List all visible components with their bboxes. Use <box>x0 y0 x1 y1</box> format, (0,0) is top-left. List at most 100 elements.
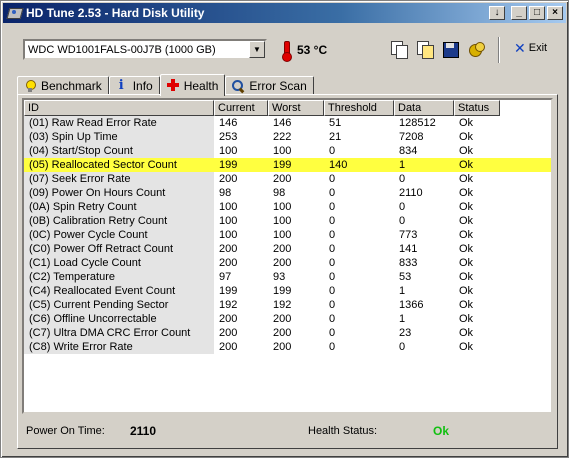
health-status-value: Ok <box>433 424 450 438</box>
copy-text-icon[interactable] <box>389 40 408 59</box>
table-cell: 0 <box>399 341 406 353</box>
health-cross-icon <box>166 79 179 92</box>
table-cell: 1 <box>399 313 406 325</box>
temperature-value: 53 °C <box>297 43 328 57</box>
table-row[interactable]: (03) Spin Up Time 253 222 21 7208 Ok <box>24 130 551 144</box>
drive-select[interactable]: WDC WD1001FALS-00J7B (1000 GB) ▼ <box>23 39 267 60</box>
table-row[interactable]: (0A) Spin Retry Count 100 100 0 0 Ok <box>24 200 551 214</box>
table-cell: Ok <box>459 285 474 297</box>
table-cell: 7208 <box>399 131 424 143</box>
table-row[interactable]: (04) Start/Stop Count 100 100 0 834 Ok <box>24 144 551 158</box>
table-cell: 200 <box>219 327 238 339</box>
table-row[interactable]: (01) Raw Read Error Rate 146 146 51 128512 Ok <box>24 116 551 130</box>
table-cell: 23 <box>399 327 412 339</box>
column-header-data[interactable]: Data <box>394 100 454 116</box>
close-button[interactable]: × <box>547 6 563 20</box>
table-cell: 141 <box>399 243 418 255</box>
table-row[interactable]: (09) Power On Hours Count 98 98 0 2110 Ok <box>24 186 551 200</box>
table-cell: 21 <box>329 131 342 143</box>
chevron-down-icon[interactable]: ▼ <box>249 41 265 58</box>
magnifier-icon <box>232 79 244 93</box>
table-cell: Ok <box>459 117 474 129</box>
list-body: (01) Raw Read Error Rate 146 146 51 128512 Ok… <box>24 116 551 354</box>
toolbar: WDC WD1001FALS-00J7B (1000 GB) ▼ 53 °C ✕… <box>9 31 562 71</box>
table-row[interactable]: (C8) Write Error Rate 200 200 0 0 Ok <box>24 340 551 354</box>
tab-benchmark[interactable]: Benchmark <box>17 76 109 95</box>
temperature-display: 53 °C <box>281 41 328 62</box>
table-cell: 0 <box>399 201 406 213</box>
column-header-current[interactable]: Current <box>214 100 268 116</box>
maximize-button[interactable]: □ <box>529 6 545 20</box>
power-on-value: 2110 <box>130 424 157 438</box>
column-header-threshold[interactable]: Threshold <box>324 100 394 116</box>
drive-select-value: WDC WD1001FALS-00J7B (1000 GB) <box>28 43 216 56</box>
table-row[interactable]: (C4) Reallocated Event Count 199 199 0 1 Ok <box>24 284 551 298</box>
table-cell: (04) Start/Stop Count <box>24 144 214 158</box>
table-cell: 0 <box>329 243 336 255</box>
table-cell: (0C) Power Cycle Count <box>24 228 214 242</box>
table-cell: Ok <box>459 271 474 283</box>
save-icon[interactable] <box>441 40 459 58</box>
copy-screenshot-icon[interactable] <box>415 40 434 59</box>
table-cell: 222 <box>273 131 292 143</box>
table-row[interactable]: (C5) Current Pending Sector 192 192 0 1366 Ok <box>24 298 551 312</box>
table-cell: 200 <box>273 243 292 255</box>
table-cell: Ok <box>459 299 474 311</box>
table-cell: 0 <box>329 327 336 339</box>
column-header-worst[interactable]: Worst <box>268 100 324 116</box>
tab-label: Info <box>132 79 153 93</box>
table-row[interactable]: (07) Seek Error Rate 200 200 0 0 Ok <box>24 172 551 186</box>
title-bar[interactable]: HD Tune 2.53 - Hard Disk Utility ↓ _ □ × <box>3 3 566 23</box>
tab-label: Health <box>183 78 219 93</box>
table-cell: 200 <box>273 257 292 269</box>
table-row[interactable]: (C0) Power Off Retract Count 200 200 0 141 Ok <box>24 242 551 256</box>
table-cell: 199 <box>268 158 324 172</box>
table-row[interactable]: (05) Reallocated Sector Count 199 199 140 1 O… <box>24 158 551 172</box>
table-cell: 146 <box>219 117 238 129</box>
table-cell: Ok <box>459 257 474 269</box>
table-cell: (09) Power On Hours Count <box>24 186 214 200</box>
table-cell: Ok <box>459 327 474 339</box>
table-cell: Ok <box>459 215 474 227</box>
exit-button[interactable]: ✕ Exit <box>514 40 548 56</box>
menu-down-arrow-icon[interactable]: ↓ <box>489 6 505 20</box>
table-cell: 98 <box>273 187 286 199</box>
tab-label: Error Scan <box>249 79 307 93</box>
table-cell: 0 <box>329 341 336 353</box>
table-cell: 192 <box>273 299 292 311</box>
table-row[interactable]: (0C) Power Cycle Count 100 100 0 773 Ok <box>24 228 551 242</box>
table-cell: 834 <box>399 145 418 157</box>
table-row[interactable]: (0B) Calibration Retry Count 100 100 0 0 Ok <box>24 214 551 228</box>
tab-strip: Benchmark Info Health Error Scan <box>17 74 314 96</box>
table-row[interactable]: (C7) Ultra DMA CRC Error Count 200 200 0 23 O… <box>24 326 551 340</box>
column-header-status[interactable]: Status <box>454 100 500 116</box>
table-cell: 200 <box>273 327 292 339</box>
table-cell: Ok <box>459 131 474 143</box>
table-cell: 146 <box>273 117 292 129</box>
options-icon[interactable] <box>467 40 485 58</box>
table-cell: 98 <box>219 187 232 199</box>
table-row[interactable]: (C1) Load Cycle Count 200 200 0 833 Ok <box>24 256 551 270</box>
minimize-button[interactable]: _ <box>511 6 527 20</box>
table-cell: (C2) Temperature <box>24 270 214 284</box>
tab-error-scan[interactable]: Error Scan <box>225 76 314 95</box>
exit-icon: ✕ <box>514 40 526 56</box>
table-cell: 0 <box>329 145 336 157</box>
table-cell: (C5) Current Pending Sector <box>24 298 214 312</box>
table-cell: Ok <box>459 201 474 213</box>
tab-info[interactable]: Info <box>108 76 160 95</box>
app-window: HD Tune 2.53 - Hard Disk Utility ↓ _ □ ×… <box>0 0 569 458</box>
tab-health[interactable]: Health <box>159 74 226 96</box>
column-header-id[interactable]: ID <box>24 100 214 116</box>
table-cell: 0 <box>329 271 336 283</box>
table-cell: (C0) Power Off Retract Count <box>24 242 214 256</box>
table-cell: 0 <box>329 257 336 269</box>
table-row[interactable]: (C6) Offline Uncorrectable 200 200 0 1 Ok <box>24 312 551 326</box>
table-row[interactable]: (C2) Temperature 97 93 0 53 Ok <box>24 270 551 284</box>
exit-label: Exit <box>528 42 548 54</box>
table-cell: 773 <box>399 229 418 241</box>
table-cell: (05) Reallocated Sector Count <box>24 158 214 172</box>
table-cell: 0 <box>329 173 336 185</box>
smart-attributes-list[interactable]: ID Current Worst Threshold Data Status (… <box>22 98 553 414</box>
table-cell: 0 <box>329 299 336 311</box>
